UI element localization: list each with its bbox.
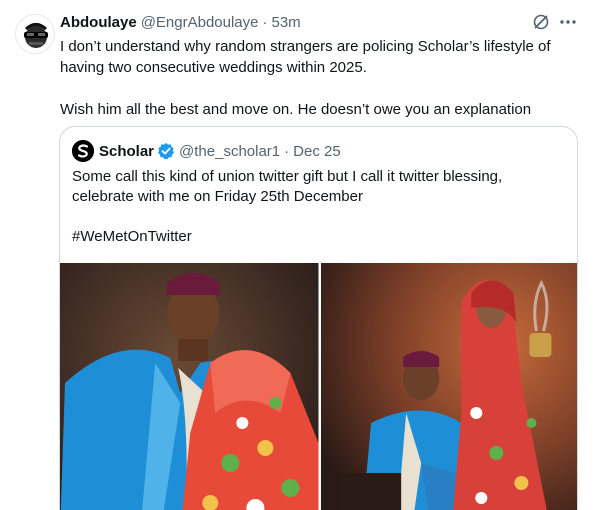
tweet-text: I don’t understand why random strangers … xyxy=(60,36,580,120)
author-avatar[interactable] xyxy=(15,14,55,54)
tweet-text-paragraph-1: I don’t understand why random strangers … xyxy=(60,38,551,76)
couple-seated-photo[interactable] xyxy=(320,263,577,510)
more-horizontal-icon[interactable] xyxy=(558,12,578,32)
quoted-date[interactable]: Dec 25 xyxy=(293,143,341,160)
quoted-hashtag[interactable]: #WeMetOnTwitter xyxy=(72,227,567,247)
couple-facing-photo-image xyxy=(60,263,319,510)
tweet-text-paragraph-2: Wish him all the best and move on. He do… xyxy=(60,101,532,118)
author-display-name[interactable]: Abdoulaye xyxy=(60,14,137,31)
grok-icon[interactable] xyxy=(531,12,551,32)
verified-badge-icon xyxy=(158,143,175,160)
couple-facing-photo[interactable] xyxy=(60,263,319,510)
quoted-media xyxy=(60,263,577,510)
scholar-logo-icon xyxy=(72,140,94,162)
tweet[interactable]: Abdoulaye @EngrAbdoulaye · 53m I don’t u… xyxy=(0,0,597,510)
quoted-separator: · xyxy=(284,142,290,160)
quoted-handle[interactable]: @the_scholar1 xyxy=(179,143,280,160)
tweet-header: Abdoulaye @EngrAbdoulaye · 53m xyxy=(60,11,301,33)
quoted-tweet-text: Some call this kind of union twitter gif… xyxy=(72,167,567,247)
quoted-text-paragraph: Some call this kind of union twitter gif… xyxy=(72,168,503,205)
quoted-author-avatar[interactable] xyxy=(72,140,94,162)
couple-seated-photo-image xyxy=(320,263,577,510)
header-separator: · xyxy=(262,13,268,31)
author-handle[interactable]: @EngrAbdoulaye xyxy=(141,14,259,31)
quoted-tweet[interactable]: Scholar @the_scholar1 · Dec 25 Some call… xyxy=(59,126,578,510)
tweet-timestamp[interactable]: 53m xyxy=(272,14,301,31)
quoted-display-name[interactable]: Scholar xyxy=(99,143,154,160)
quoted-tweet-header: Scholar @the_scholar1 · Dec 25 xyxy=(72,140,341,162)
masked-face-avatar-icon xyxy=(16,15,54,53)
